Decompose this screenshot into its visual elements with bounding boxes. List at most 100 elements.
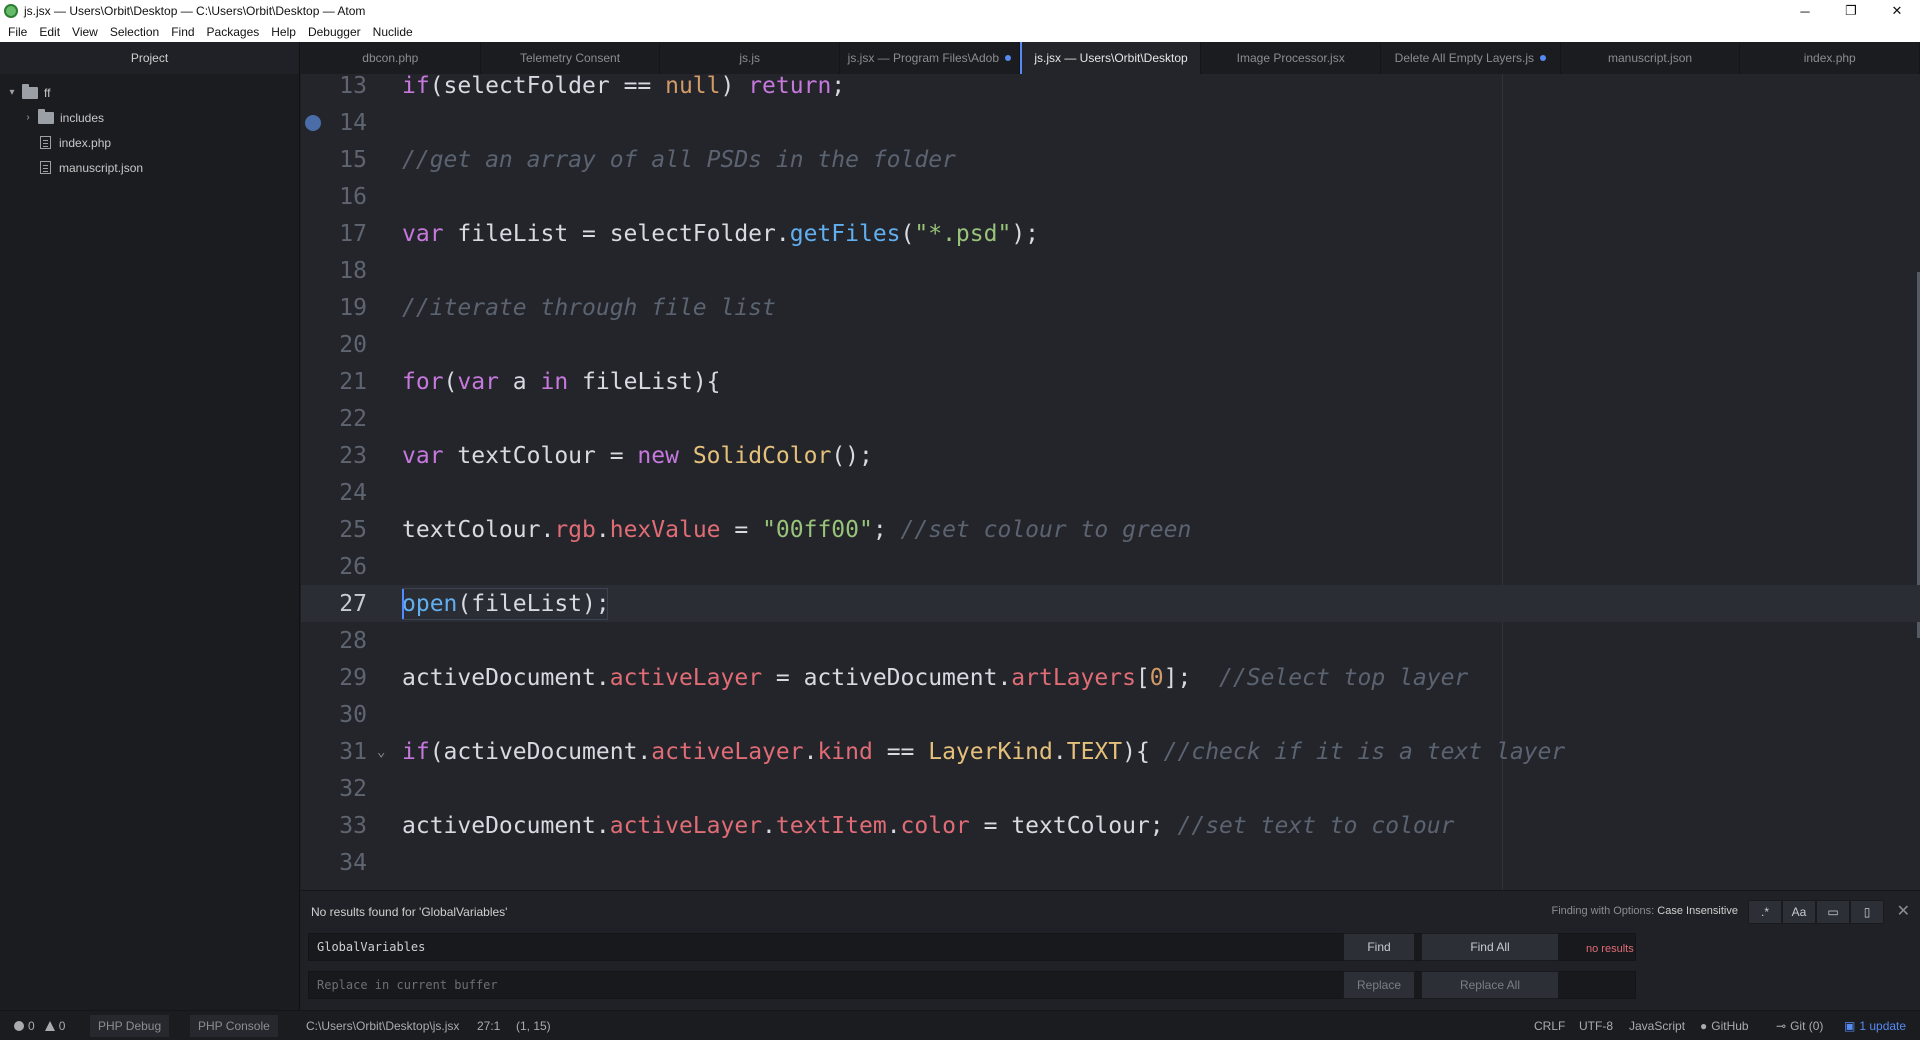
tree-file-manuscript-json[interactable]: manuscript.json bbox=[0, 155, 299, 180]
menu-find[interactable]: Find bbox=[165, 25, 200, 39]
code-line[interactable]: 15 //get an array of all PSDs in the fold… bbox=[301, 141, 1920, 178]
line-number[interactable]: 16 bbox=[325, 184, 367, 210]
code-line[interactable]: 29 activeDocument.activeLayer = activeDoc… bbox=[301, 659, 1920, 696]
code-text: //iterate through file list bbox=[402, 295, 776, 321]
code-line[interactable]: 24 bbox=[301, 474, 1920, 511]
tab-5[interactable]: Image Processor.jsx bbox=[1201, 42, 1382, 74]
code-line[interactable]: 23 var textColour = new SolidColor(); bbox=[301, 437, 1920, 474]
code-line[interactable]: 28 bbox=[301, 622, 1920, 659]
whole-word-toggle-button[interactable]: ▯ bbox=[1850, 900, 1884, 924]
line-number[interactable]: 17 bbox=[325, 221, 367, 247]
tab-0[interactable]: dbcon.php bbox=[301, 42, 481, 74]
code-line[interactable]: 13 if(selectFolder == null) return; bbox=[301, 74, 1920, 104]
file-path[interactable]: C:\Users\Orbit\Desktop\js.jsx bbox=[306, 1011, 459, 1040]
regex-toggle-button[interactable]: .* bbox=[1748, 900, 1782, 924]
code-line[interactable]: 20 bbox=[301, 326, 1920, 363]
line-number[interactable]: 24 bbox=[325, 480, 367, 506]
window-title: js.jsx — Users\Orbit\Desktop — C:\Users\… bbox=[24, 4, 366, 18]
code-line[interactable]: 26 bbox=[301, 548, 1920, 585]
code-line[interactable]: 21 for(var a in fileList){ bbox=[301, 363, 1920, 400]
project-panel-header[interactable]: Project bbox=[0, 42, 299, 74]
code-line[interactable]: 34 bbox=[301, 844, 1920, 881]
diagnostics-counts[interactable]: 0 0 bbox=[14, 1011, 65, 1040]
code-line[interactable]: 30 bbox=[301, 696, 1920, 733]
code-line[interactable]: 19 //iterate through file list bbox=[301, 289, 1920, 326]
line-number[interactable]: 22 bbox=[325, 406, 367, 432]
menu-packages[interactable]: Packages bbox=[201, 25, 266, 39]
tab-1[interactable]: Telemetry Consent bbox=[481, 42, 661, 74]
menu-file[interactable]: File bbox=[2, 25, 33, 39]
restore-button[interactable]: ❐ bbox=[1828, 0, 1874, 22]
menu-help[interactable]: Help bbox=[265, 25, 302, 39]
tree-folder-includes[interactable]: › includes bbox=[0, 105, 299, 130]
code-editor[interactable]: 13 if(selectFolder == null) return; 14 15//… bbox=[301, 74, 1920, 890]
line-number[interactable]: 30 bbox=[325, 702, 367, 728]
code-token: var bbox=[402, 442, 444, 469]
line-number[interactable]: 31 bbox=[325, 739, 367, 765]
line-number[interactable]: 21 bbox=[325, 369, 367, 395]
code-line[interactable]: 16 bbox=[301, 178, 1920, 215]
menu-debugger[interactable]: Debugger bbox=[302, 25, 367, 39]
tab-8[interactable]: index.php bbox=[1740, 42, 1920, 74]
line-number[interactable]: 20 bbox=[325, 332, 367, 358]
code-line[interactable]: 17 var fileList = selectFolder.getFiles("… bbox=[301, 215, 1920, 252]
tab-3[interactable]: js.jsx — Program Files\Adob bbox=[840, 42, 1020, 74]
find-all-button[interactable]: Find All bbox=[1421, 933, 1559, 961]
php-debug-badge[interactable]: PHP Debug bbox=[90, 1011, 170, 1040]
cursor-position[interactable]: 27:1 bbox=[477, 1011, 500, 1040]
replace-all-button[interactable]: Replace All bbox=[1421, 971, 1559, 999]
file-encoding[interactable]: UTF-8 bbox=[1579, 1011, 1613, 1040]
line-number[interactable]: 15 bbox=[325, 147, 367, 173]
code-token: in bbox=[540, 368, 569, 395]
code-line[interactable]: 25 textColour.rgb.hexValue = "00ff00"; //… bbox=[301, 511, 1920, 548]
replace-button[interactable]: Replace bbox=[1343, 971, 1415, 999]
selection-count: (1, 15) bbox=[516, 1019, 551, 1033]
tree-file-index-php[interactable]: index.php bbox=[0, 130, 299, 155]
find-button[interactable]: Find bbox=[1343, 933, 1415, 961]
menu-view[interactable]: View bbox=[66, 25, 104, 39]
line-ending[interactable]: CRLF bbox=[1534, 1011, 1565, 1040]
line-number[interactable]: 14 bbox=[325, 110, 367, 136]
line-number[interactable]: 34 bbox=[325, 850, 367, 876]
tab-2[interactable]: js.js bbox=[660, 42, 841, 74]
menu-selection[interactable]: Selection bbox=[104, 25, 165, 39]
code-line[interactable]: 31 ⌄ if(activeDocument.activeLayer.kind ==… bbox=[301, 733, 1920, 770]
fold-chevron-icon[interactable]: ⌄ bbox=[377, 744, 385, 760]
line-number[interactable]: 23 bbox=[325, 443, 367, 469]
menu-nuclide[interactable]: Nuclide bbox=[367, 25, 419, 39]
code-line[interactable]: 22 bbox=[301, 400, 1920, 437]
grammar-selector[interactable]: JavaScript bbox=[1629, 1011, 1685, 1040]
close-window-button[interactable]: ✕ bbox=[1874, 0, 1920, 22]
in-selection-toggle-button[interactable]: ▭ bbox=[1816, 900, 1850, 924]
line-number[interactable]: 33 bbox=[325, 813, 367, 839]
tab-6[interactable]: Delete All Empty Layers.js bbox=[1381, 42, 1561, 74]
line-number[interactable]: 32 bbox=[325, 776, 367, 802]
tab-7[interactable]: manuscript.json bbox=[1561, 42, 1741, 74]
line-number[interactable]: 28 bbox=[325, 628, 367, 654]
line-number[interactable]: 18 bbox=[325, 258, 367, 284]
minimize-button[interactable]: ─ bbox=[1782, 0, 1828, 22]
line-number[interactable]: 27 bbox=[325, 591, 367, 617]
php-console-badge[interactable]: PHP Console bbox=[190, 1011, 278, 1040]
line-number[interactable]: 13 bbox=[325, 74, 367, 99]
tab-4[interactable]: js.jsx — Users\Orbit\Desktop bbox=[1019, 42, 1202, 74]
code-token: rgb bbox=[554, 516, 596, 543]
menu-edit[interactable]: Edit bbox=[33, 25, 66, 39]
line-number[interactable]: 25 bbox=[325, 517, 367, 543]
update-notification[interactable]: ▣ 1 update bbox=[1844, 1011, 1906, 1040]
case-sensitive-toggle-button[interactable]: Aa bbox=[1782, 900, 1816, 924]
git-button[interactable]: ⊸ Git (0) bbox=[1776, 1011, 1823, 1040]
close-find-panel-icon[interactable]: ✕ bbox=[1897, 901, 1910, 921]
line-number[interactable]: 19 bbox=[325, 295, 367, 321]
code-token: "*.psd" bbox=[914, 220, 1012, 247]
code-line[interactable]: 14 bbox=[301, 104, 1920, 141]
github-button[interactable]: ● GitHub bbox=[1700, 1011, 1749, 1040]
code-line[interactable]: 32 bbox=[301, 770, 1920, 807]
line-number[interactable]: 29 bbox=[325, 665, 367, 691]
code-line[interactable]: 18 bbox=[301, 252, 1920, 289]
code-line[interactable]: 27 open(fileList); bbox=[301, 585, 1920, 622]
line-number[interactable]: 26 bbox=[325, 554, 367, 580]
breakpoint-icon[interactable] bbox=[305, 114, 321, 131]
tree-root-folder[interactable]: ▾ ff bbox=[0, 80, 299, 105]
code-line[interactable]: 33 activeDocument.activeLayer.textItem.co… bbox=[301, 807, 1920, 844]
